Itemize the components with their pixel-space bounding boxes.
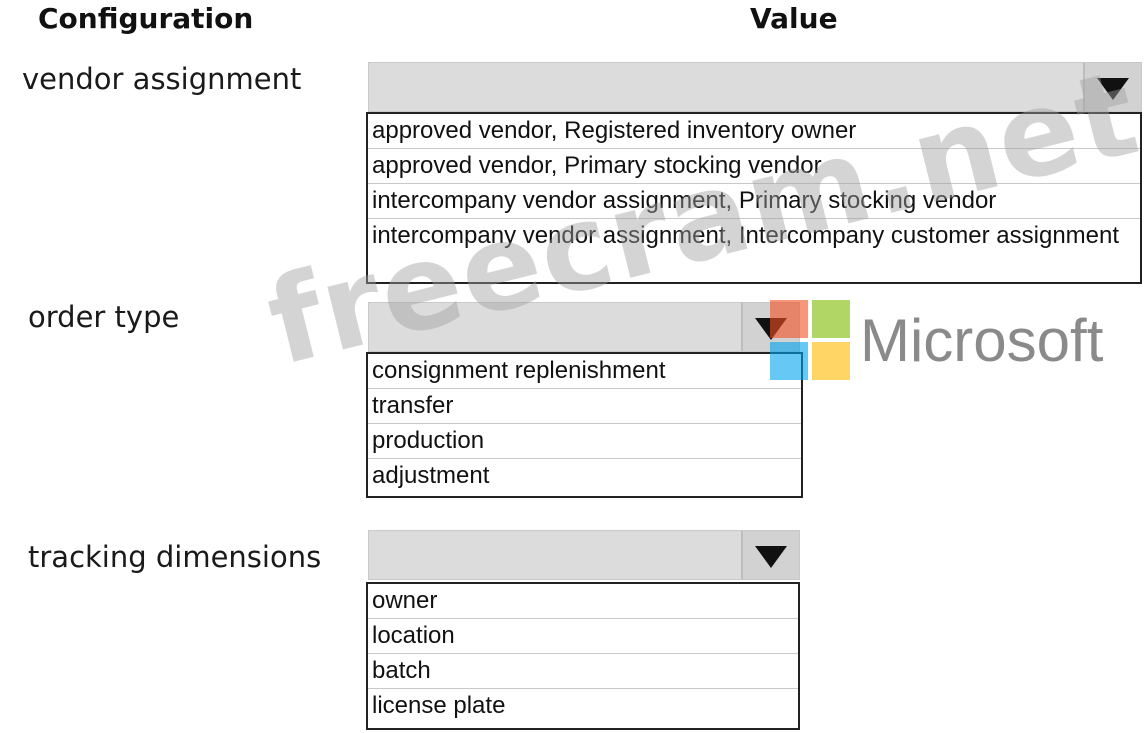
caret-down-icon: [755, 546, 787, 568]
caret-down-icon: [1097, 78, 1129, 100]
vendor-assignment-dropdown[interactable]: [368, 62, 1142, 112]
microsoft-wordmark: Microsoft: [860, 307, 1104, 374]
logo-square-yellow: [812, 342, 850, 380]
option-owner[interactable]: owner: [368, 584, 798, 619]
order-type-dropdown[interactable]: [368, 302, 800, 352]
tracking-dimensions-options: owner location batch license plate: [366, 582, 800, 730]
tracking-dimensions-dropdown-button[interactable]: [741, 531, 799, 579]
logo-square-green: [812, 300, 850, 338]
caret-down-icon: [755, 318, 787, 340]
tracking-dimensions-label: tracking dimensions: [28, 540, 322, 574]
option-batch[interactable]: batch: [368, 654, 798, 689]
option-license-plate[interactable]: license plate: [368, 689, 798, 723]
option-production[interactable]: production: [368, 424, 801, 459]
vendor-assignment-dropdown-button[interactable]: [1083, 63, 1141, 111]
option-approved-registered-owner[interactable]: approved vendor, Registered inventory ow…: [368, 114, 1140, 149]
order-type-options: consignment replenishment transfer produ…: [366, 352, 803, 498]
configuration-header: Configuration: [38, 2, 254, 35]
option-intercompany-customer-assignment[interactable]: intercompany vendor assignment, Intercom…: [368, 219, 1140, 253]
vendor-assignment-options: approved vendor, Registered inventory ow…: [366, 112, 1142, 284]
option-consignment-replenishment[interactable]: consignment replenishment: [368, 354, 801, 389]
option-adjustment[interactable]: adjustment: [368, 459, 801, 493]
option-approved-primary-stocking[interactable]: approved vendor, Primary stocking vendor: [368, 149, 1140, 184]
order-type-dropdown-button[interactable]: [741, 303, 799, 351]
option-location[interactable]: location: [368, 619, 798, 654]
option-intercompany-primary-stocking[interactable]: intercompany vendor assignment, Primary …: [368, 184, 1140, 219]
vendor-assignment-label: vendor assignment: [22, 62, 302, 96]
order-type-label: order type: [28, 300, 180, 334]
value-header: Value: [750, 2, 838, 35]
option-transfer[interactable]: transfer: [368, 389, 801, 424]
tracking-dimensions-dropdown[interactable]: [368, 530, 800, 580]
